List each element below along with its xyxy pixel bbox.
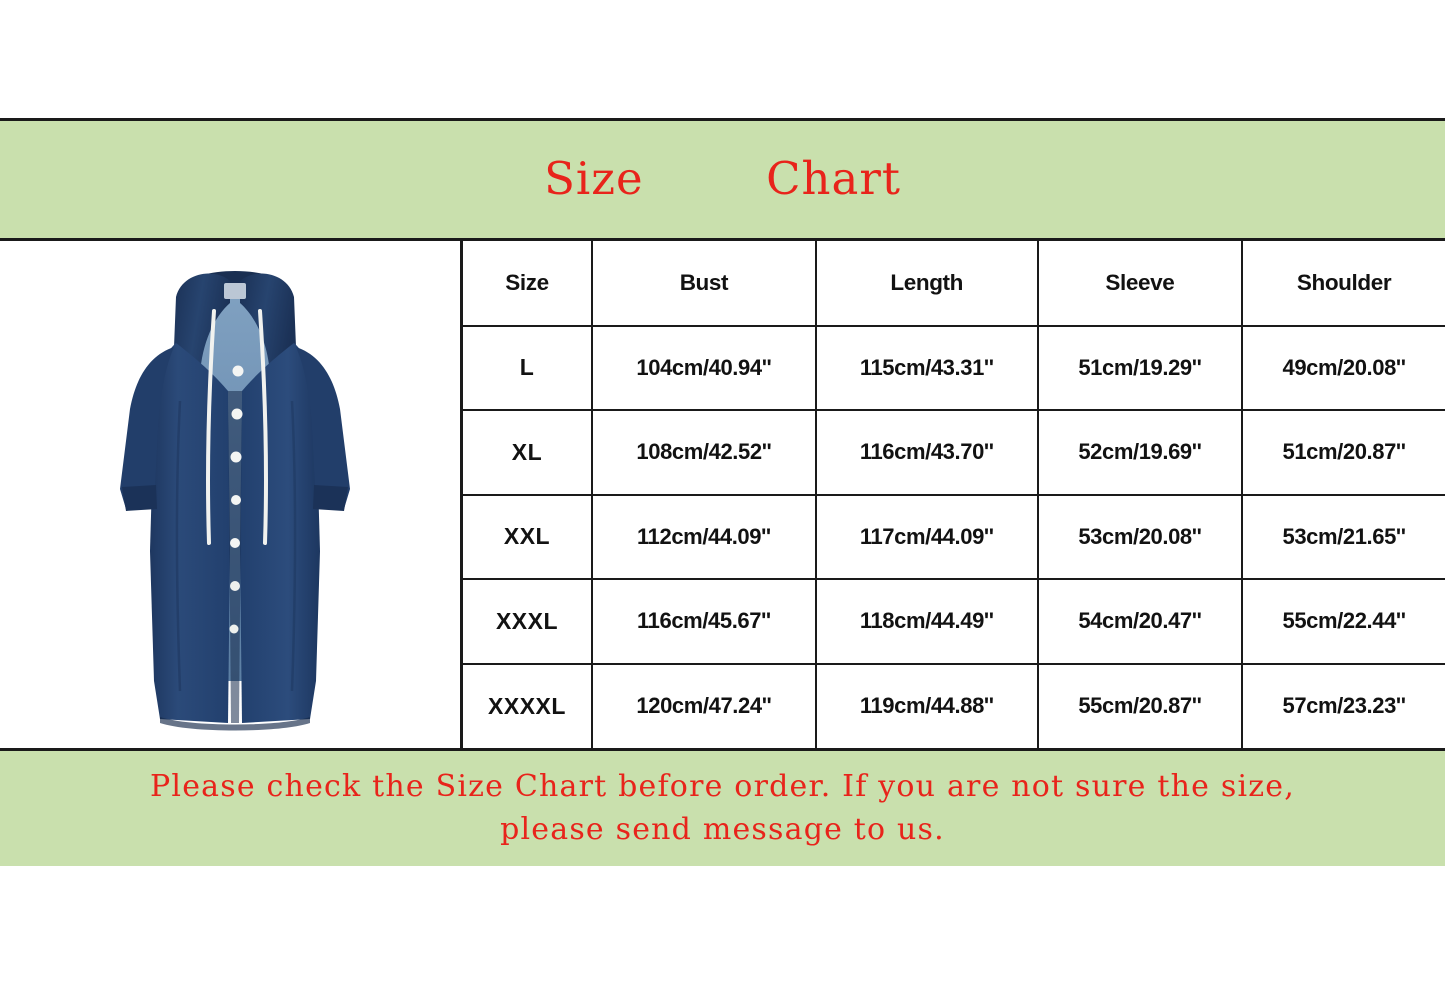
page-title: Size Chart [544, 152, 901, 205]
cell-shoulder: 57cm/23.23'' [1241, 662, 1445, 748]
column-header-length: Length [814, 241, 1039, 327]
size-chart-card: Size Chart Size Bust Length Sleeve Shoul… [0, 118, 1445, 866]
table-row: XXL 112cm/44.09'' 117cm/44.09'' 53cm/20.… [463, 493, 1445, 580]
chart-body: Size Bust Length Sleeve Shoulder L 104cm… [0, 241, 1445, 748]
cell-bust: 108cm/42.52'' [590, 409, 817, 496]
cell-length: 117cm/44.09'' [814, 493, 1039, 580]
table-row: XXXXL 120cm/47.24'' 119cm/44.88'' 55cm/2… [463, 662, 1445, 748]
cell-sleeve: 55cm/20.87'' [1036, 662, 1244, 748]
product-image-cell [0, 241, 463, 748]
chart-header-band: Size Chart [0, 121, 1445, 241]
column-header-bust: Bust [590, 241, 817, 327]
footer-notice-line-2: please send message to us. [500, 811, 945, 847]
column-header-size: Size [463, 241, 593, 327]
cell-length: 115cm/43.31'' [814, 324, 1039, 411]
cell-bust: 116cm/45.67'' [590, 578, 817, 665]
footer-notice-line-1: Please check the Size Chart before order… [150, 768, 1295, 804]
cell-length: 118cm/44.49'' [814, 578, 1039, 665]
cell-bust: 104cm/40.94'' [590, 324, 817, 411]
chart-footer-band: Please check the Size Chart before order… [0, 748, 1445, 866]
cell-length: 116cm/43.70'' [814, 409, 1039, 496]
table-row: XXXL 116cm/45.67'' 118cm/44.49'' 54cm/20… [463, 578, 1445, 665]
denim-hooded-long-coat-image [120, 271, 350, 731]
size-measurements-table: Size Bust Length Sleeve Shoulder L 104cm… [463, 241, 1445, 748]
cell-size: XXXXL [463, 662, 593, 748]
cell-size: XXXL [463, 578, 593, 665]
cell-sleeve: 52cm/19.69'' [1036, 409, 1244, 496]
cell-shoulder: 51cm/20.87'' [1241, 409, 1445, 496]
cell-sleeve: 54cm/20.47'' [1036, 578, 1244, 665]
cell-length: 119cm/44.88'' [814, 662, 1039, 748]
column-header-shoulder: Shoulder [1241, 241, 1445, 327]
cell-sleeve: 53cm/20.08'' [1036, 493, 1244, 580]
cell-bust: 120cm/47.24'' [590, 662, 817, 748]
cell-size: XL [463, 409, 593, 496]
cell-shoulder: 49cm/20.08'' [1241, 324, 1445, 411]
table-row: L 104cm/40.94'' 115cm/43.31'' 51cm/19.29… [463, 324, 1445, 411]
cell-shoulder: 53cm/21.65'' [1241, 493, 1445, 580]
cell-sleeve: 51cm/19.29'' [1036, 324, 1244, 411]
cell-shoulder: 55cm/22.44'' [1241, 578, 1445, 665]
column-header-sleeve: Sleeve [1036, 241, 1244, 327]
table-header-row: Size Bust Length Sleeve Shoulder [463, 241, 1445, 327]
cell-bust: 112cm/44.09'' [590, 493, 817, 580]
cell-size: L [463, 324, 593, 411]
cell-size: XXL [463, 493, 593, 580]
table-row: XL 108cm/42.52'' 116cm/43.70'' 52cm/19.6… [463, 409, 1445, 496]
